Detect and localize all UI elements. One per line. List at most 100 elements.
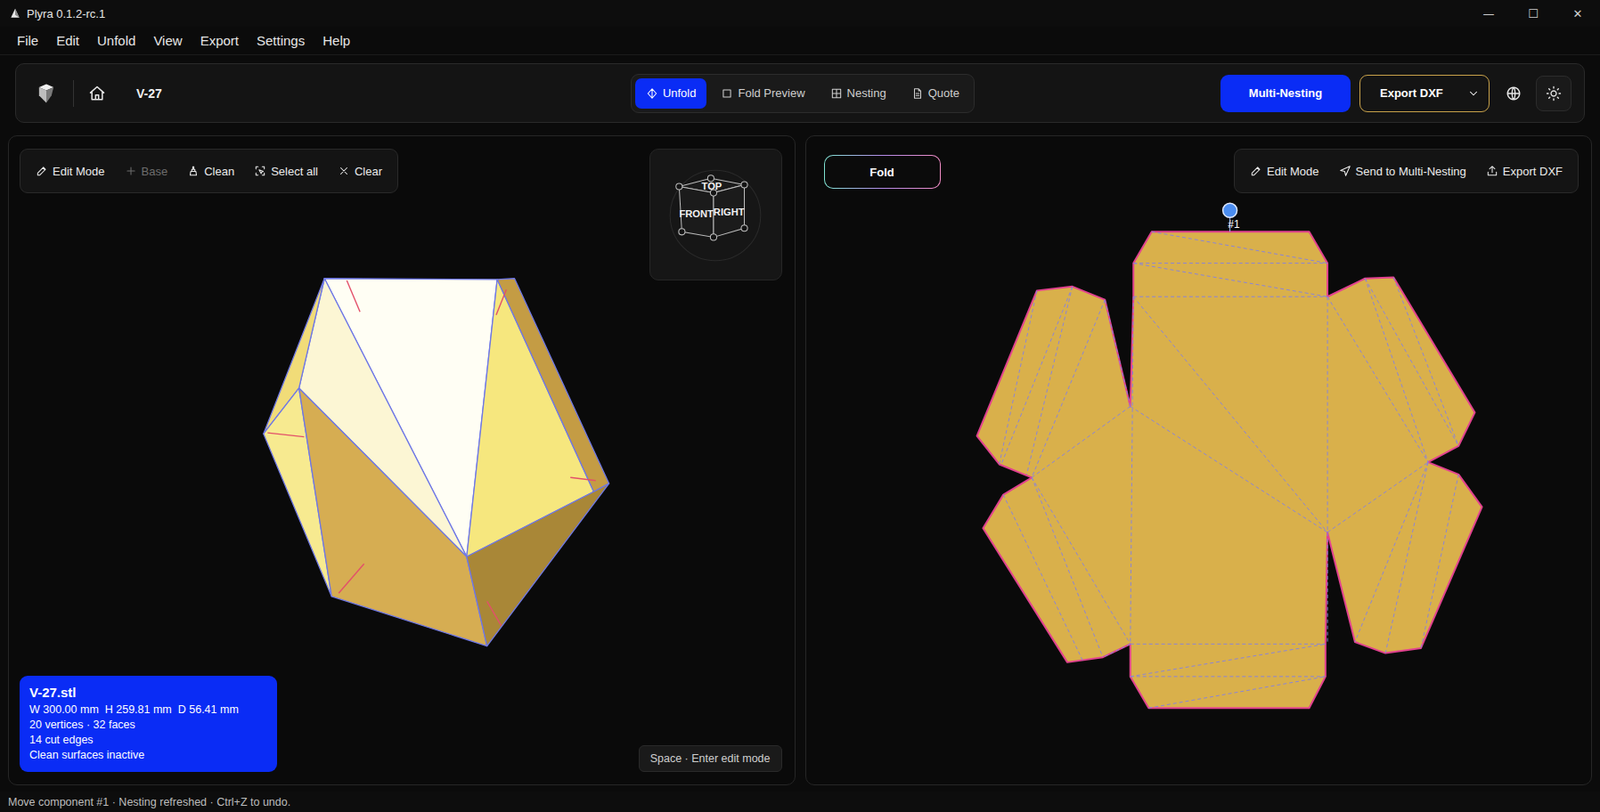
theme-toggle[interactable] [1535,75,1572,112]
window-title: Plyra 0.1.2-rc.1 [26,7,106,21]
tab-label: Fold Preview [737,86,805,100]
cut-edge-mark [338,563,365,594]
window-control-button[interactable]: ✕ [1555,0,1600,27]
view-cube[interactable]: TOP FRONTRIGHT [649,148,783,281]
fold-line [1326,296,1328,645]
fold-line [1104,300,1131,408]
mode-tab[interactable]: Quote [900,78,971,109]
model-tool-button[interactable]: Base [116,155,177,188]
fold-line [1151,231,1327,263]
model-tool-button[interactable]: Clean [179,155,243,188]
toolbar-right: Multi-NestingExport DXF [974,74,1572,113]
plyra-logo-icon[interactable] [33,81,59,107]
window-control-button[interactable]: ☐ [1510,0,1556,27]
cube-vertex[interactable] [676,183,683,190]
net-tools: Edit Mode Send to Multi-Nesting Export DXF [1233,148,1579,194]
fold-line [1129,296,1133,645]
mode-tab[interactable]: Fold Preview [710,78,816,109]
net-tool-button[interactable]: Edit Mode [1241,155,1328,188]
net-panel-top: Fold Edit Mode Send to Multi-Nesting Export… [806,136,1592,194]
sun-icon [1545,85,1562,102]
cut-edge-mark [570,477,596,481]
menu-item[interactable]: Export [192,32,247,49]
net-viewport[interactable]: #1 [806,136,1592,785]
window-control-button[interactable]: — [1466,0,1511,27]
cut-edge-mark [346,280,360,312]
menu-item[interactable]: Help [314,32,359,49]
model-face[interactable] [466,483,610,647]
fold-line [1354,462,1428,643]
pencil-icon [35,164,49,178]
menu-item[interactable]: Edit [48,32,88,49]
square-icon [720,87,734,100]
x-icon [337,164,351,178]
pencil-icon [1249,164,1263,178]
cube-top-label[interactable]: TOP [702,180,723,192]
title-bar: Plyra 0.1.2-rc.1 —☐✕ [0,0,1600,27]
cube-right-label[interactable]: RIGHT [713,206,745,218]
mode-tab[interactable]: Unfold [635,78,708,109]
caret-down-icon[interactable] [1467,87,1480,100]
component-handle[interactable] [1222,203,1237,218]
multi-nesting-button[interactable]: Multi-Nesting [1220,74,1351,113]
fold-line [1133,296,1328,533]
fold-line [1129,676,1325,678]
net-panel: #1 Fold Edit Mode Send to Multi-Nesting Expo… [805,135,1593,786]
tab-label: Nesting [847,86,887,100]
fold-line [1129,644,1325,678]
model-panel-bottom: V-27.stlW 300.00 mm H 259.81 mm D 56.41 … [8,676,795,785]
fold-line [1129,406,1327,532]
model-tool-button[interactable]: Select all [245,155,327,188]
tool-label: Clear [354,164,383,179]
grid-icon [830,87,843,100]
model-dimensions: W 300.00 mm H 259.81 mm D 56.41 mm [29,702,268,719]
net-tool-button[interactable]: Send to Multi-Nesting [1330,155,1475,188]
cube-vertex[interactable] [710,234,717,241]
menu-item[interactable]: File [8,32,47,49]
fold-line [1031,477,1131,645]
unfolded-net[interactable] [976,231,1482,709]
cut-edge-mark [496,289,507,316]
menu-item[interactable]: Settings [248,32,313,49]
fold-line [1031,406,1131,478]
broom-icon [187,164,200,178]
model-panel: Edit ModeBase Clean Select all Clear TOP FRON… [8,135,796,786]
fold-line [1133,263,1328,298]
tool-label: Clean [204,164,235,179]
fold-line [1364,278,1429,463]
tool-label: Send to Multi-Nesting [1355,164,1467,179]
cube-vertex[interactable] [741,181,748,188]
project-name: V-27 [136,86,163,101]
cube-front-label[interactable]: FRONT [678,208,714,220]
tab-label: Quote [928,86,960,100]
fold-line [1031,477,1103,658]
doc-icon [911,87,924,100]
model-tool-button[interactable]: Edit Mode [27,155,114,188]
cut-edge-count: 14 cut edges [29,733,268,749]
export-dxf-button[interactable]: Export DXF [1359,74,1490,113]
model-info-card: V-27.stlW 300.00 mm H 259.81 mm D 56.41 … [19,676,278,773]
view-cube-icon[interactable]: TOP FRONTRIGHT [661,164,770,265]
main-toolbar: V-27 Unfold Fold Preview Nesting Quote Multi-… [15,63,1585,123]
keyboard-hint: Space · Enter edit mode [638,745,783,773]
cube-vertex[interactable] [678,228,686,236]
fold-button[interactable]: Fold [824,155,941,189]
model-face[interactable] [299,388,488,647]
fold-line [1129,644,1325,645]
net-tool-button[interactable]: Export DXF [1477,155,1571,188]
fold-line [1026,286,1072,475]
mode-tab[interactable]: Nesting [819,78,898,109]
cube-vertex[interactable] [741,225,748,232]
component-label: #1 [1227,218,1241,231]
model-tool-button[interactable]: Clear [329,155,391,188]
menu-item[interactable]: Unfold [89,32,144,49]
title-group: Plyra 0.1.2-rc.1 [8,7,106,21]
menu-item[interactable]: View [145,32,190,49]
model-face[interactable] [497,278,609,493]
model-panel-top: Edit ModeBase Clean Select all Clear TOP FRON… [8,136,795,281]
home-icon[interactable] [88,84,107,103]
tool-label: Export DXF [1502,164,1563,179]
globe-icon[interactable] [1505,85,1522,102]
status-text: Move component #1 · Nesting refreshed · … [8,796,291,809]
tab-label: Unfold [662,86,697,100]
